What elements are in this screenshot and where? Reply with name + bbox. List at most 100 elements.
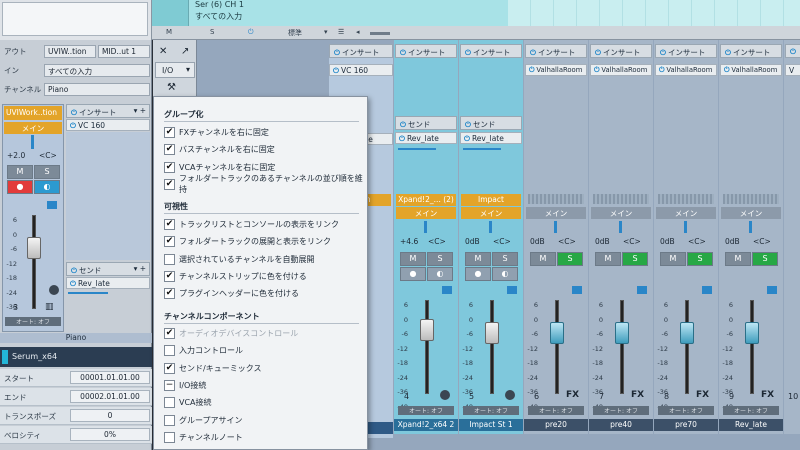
checkbox-icon[interactable]: ✔ <box>164 288 175 300</box>
monitor-button[interactable]: ◐ <box>34 180 60 194</box>
power-icon[interactable]: ⏻ <box>70 279 76 288</box>
track-name-bar[interactable]: pre70 <box>654 419 718 431</box>
event-inspector-header[interactable]: Serum_x64 <box>0 347 152 367</box>
pan-readout[interactable]: <C> <box>688 237 706 246</box>
component-item[interactable]: − I/O接続 <box>164 378 364 393</box>
power-icon[interactable]: ⏻ <box>70 121 76 130</box>
main-output-label[interactable]: メイン <box>591 207 651 219</box>
pan-knob-icon[interactable] <box>440 390 450 400</box>
checkbox-icon[interactable]: ✔ <box>164 362 175 374</box>
checkbox-icon[interactable]: ✔ <box>164 328 175 339</box>
fader-track[interactable] <box>555 300 559 394</box>
pan-readout[interactable]: <C> <box>428 237 446 246</box>
strip-name[interactable]: Xpand!2_... (2) <box>396 194 456 206</box>
record-arm-button[interactable]: ● <box>465 267 491 281</box>
solo-button[interactable]: S <box>687 252 713 266</box>
automation-mode[interactable]: オート: オフ <box>398 406 454 415</box>
inspector-fader-knob[interactable] <box>27 237 41 260</box>
send-level-bar[interactable] <box>398 148 436 150</box>
channel-color-icon[interactable] <box>767 286 777 294</box>
component-item[interactable]: 入力コントロール <box>164 343 364 358</box>
mute-button[interactable]: M <box>725 252 751 266</box>
inspector-pan[interactable]: <C> <box>39 151 57 160</box>
menu-icon[interactable]: ☰ <box>338 28 344 36</box>
power-icon[interactable]: ⏻ <box>334 48 340 58</box>
insert-header[interactable]: ⏻ インサート <box>590 44 652 58</box>
pan-indicator[interactable] <box>554 221 557 233</box>
fader-track[interactable] <box>490 300 494 394</box>
power-icon[interactable]: ⏻ <box>71 108 77 118</box>
monitor-icon[interactable]: ⏻ <box>248 28 254 37</box>
mute-button[interactable]: M <box>400 252 426 266</box>
power-icon[interactable]: ⏻ <box>530 48 536 58</box>
checkbox-icon[interactable]: ✔ <box>164 219 175 230</box>
send-level-bar[interactable] <box>463 148 501 150</box>
inspector-track-name[interactable]: Piano <box>0 333 152 343</box>
main-output-label[interactable]: メイン <box>461 207 521 219</box>
partial-insert-header[interactable]: ⏻ インサート <box>329 44 393 58</box>
pan-indicator[interactable] <box>31 135 34 149</box>
component-item[interactable]: チャンネルノート <box>164 430 364 445</box>
automation-mode[interactable]: オート: オフ <box>5 317 61 326</box>
insert-header[interactable]: ⏻ <box>785 44 800 58</box>
inspector-insert-slot[interactable]: ⏻ VC 160 <box>66 119 150 131</box>
send-level-bar[interactable] <box>68 292 108 294</box>
track-name-bar[interactable]: Xpand!2_x64 2 <box>394 419 458 431</box>
automation-mode[interactable]: オート: オフ <box>528 406 584 415</box>
fader-track[interactable] <box>685 300 689 394</box>
power-icon[interactable]: ⏻ <box>660 48 666 58</box>
record-arm-button[interactable]: ● <box>7 180 33 194</box>
partial-insert-slot[interactable]: ⏻ VC 160 <box>329 64 393 76</box>
send-header[interactable]: ⏻ センド <box>395 116 457 130</box>
solo-button[interactable]: S <box>427 252 453 266</box>
power-icon[interactable]: ⏻ <box>400 48 406 58</box>
grouping-item[interactable]: ✔ バスチャンネルを右に固定 <box>164 142 364 157</box>
send-header[interactable]: ⏻ センド <box>460 116 522 130</box>
component-item[interactable]: グループアサイン <box>164 413 364 428</box>
checkbox-icon[interactable]: ✔ <box>164 161 175 173</box>
standard-select[interactable]: 標準 <box>288 28 302 38</box>
pan-readout[interactable]: <C> <box>493 237 511 246</box>
grouping-item[interactable]: ✔ フォルダートラックのあるチャンネルの並び順を維持 <box>164 174 364 194</box>
inspector-solo-button[interactable]: S <box>34 165 60 179</box>
velocity-field[interactable]: 0% <box>70 428 150 441</box>
track-output-label[interactable]: Ser (6) CH 1 <box>195 0 244 9</box>
transpose-field[interactable]: 0 <box>70 409 150 422</box>
io-button[interactable]: I/O ▾ <box>155 62 195 78</box>
fader-track[interactable] <box>425 300 429 394</box>
pan-indicator[interactable] <box>749 221 752 233</box>
insert-header[interactable]: ⏻ インサート <box>655 44 717 58</box>
pan-indicator[interactable] <box>424 221 427 233</box>
power-icon[interactable]: ⏻ <box>465 120 471 130</box>
checkbox-icon[interactable] <box>164 397 175 409</box>
insert-slot[interactable]: ⏻ ValhallaRoom <box>525 64 587 76</box>
volume-readout[interactable]: 0dB <box>660 237 675 246</box>
main-output-label[interactable]: メイン <box>526 207 586 219</box>
component-item[interactable]: VCA接続 <box>164 395 364 410</box>
inspector-insert-header[interactable]: ⏻ インサート ▾ + <box>66 104 150 118</box>
checkbox-icon[interactable]: − <box>164 379 175 391</box>
monitor-button[interactable]: ◐ <box>427 267 453 281</box>
track-name-bar[interactable]: Impact St 1 <box>459 419 523 431</box>
pan-indicator[interactable] <box>489 221 492 233</box>
channel-color-icon[interactable] <box>47 201 57 209</box>
volume-readout[interactable]: 0dB <box>595 237 610 246</box>
inspector-send-slot[interactable]: ⏻ Rev_late <box>66 277 150 289</box>
power-icon[interactable]: ⏻ <box>594 66 599 75</box>
strip-name[interactable]: Impact <box>461 194 521 206</box>
insert-slot[interactable]: ⏻ ValhallaRoom <box>655 64 717 76</box>
inspector-send-header[interactable]: ⏻ センド ▾ + <box>66 262 150 276</box>
fader-track[interactable] <box>32 215 36 309</box>
inspector-mute-button[interactable]: M <box>7 165 33 179</box>
fader-knob[interactable] <box>680 322 694 345</box>
channel-color-icon[interactable] <box>637 286 647 294</box>
solo-button[interactable]: S <box>492 252 518 266</box>
add-send-icon[interactable]: ▾ + <box>134 264 146 273</box>
automation-mode[interactable]: オート: オフ <box>723 406 779 415</box>
power-icon[interactable]: ⏻ <box>333 66 339 75</box>
end-field[interactable]: 00002.01.01.00 <box>70 390 150 403</box>
event-name[interactable]: Serum_x64 <box>12 352 57 361</box>
checkbox-icon[interactable] <box>164 253 175 265</box>
power-icon[interactable]: ⏻ <box>725 48 731 58</box>
checkbox-icon[interactable]: ✔ <box>164 127 175 138</box>
